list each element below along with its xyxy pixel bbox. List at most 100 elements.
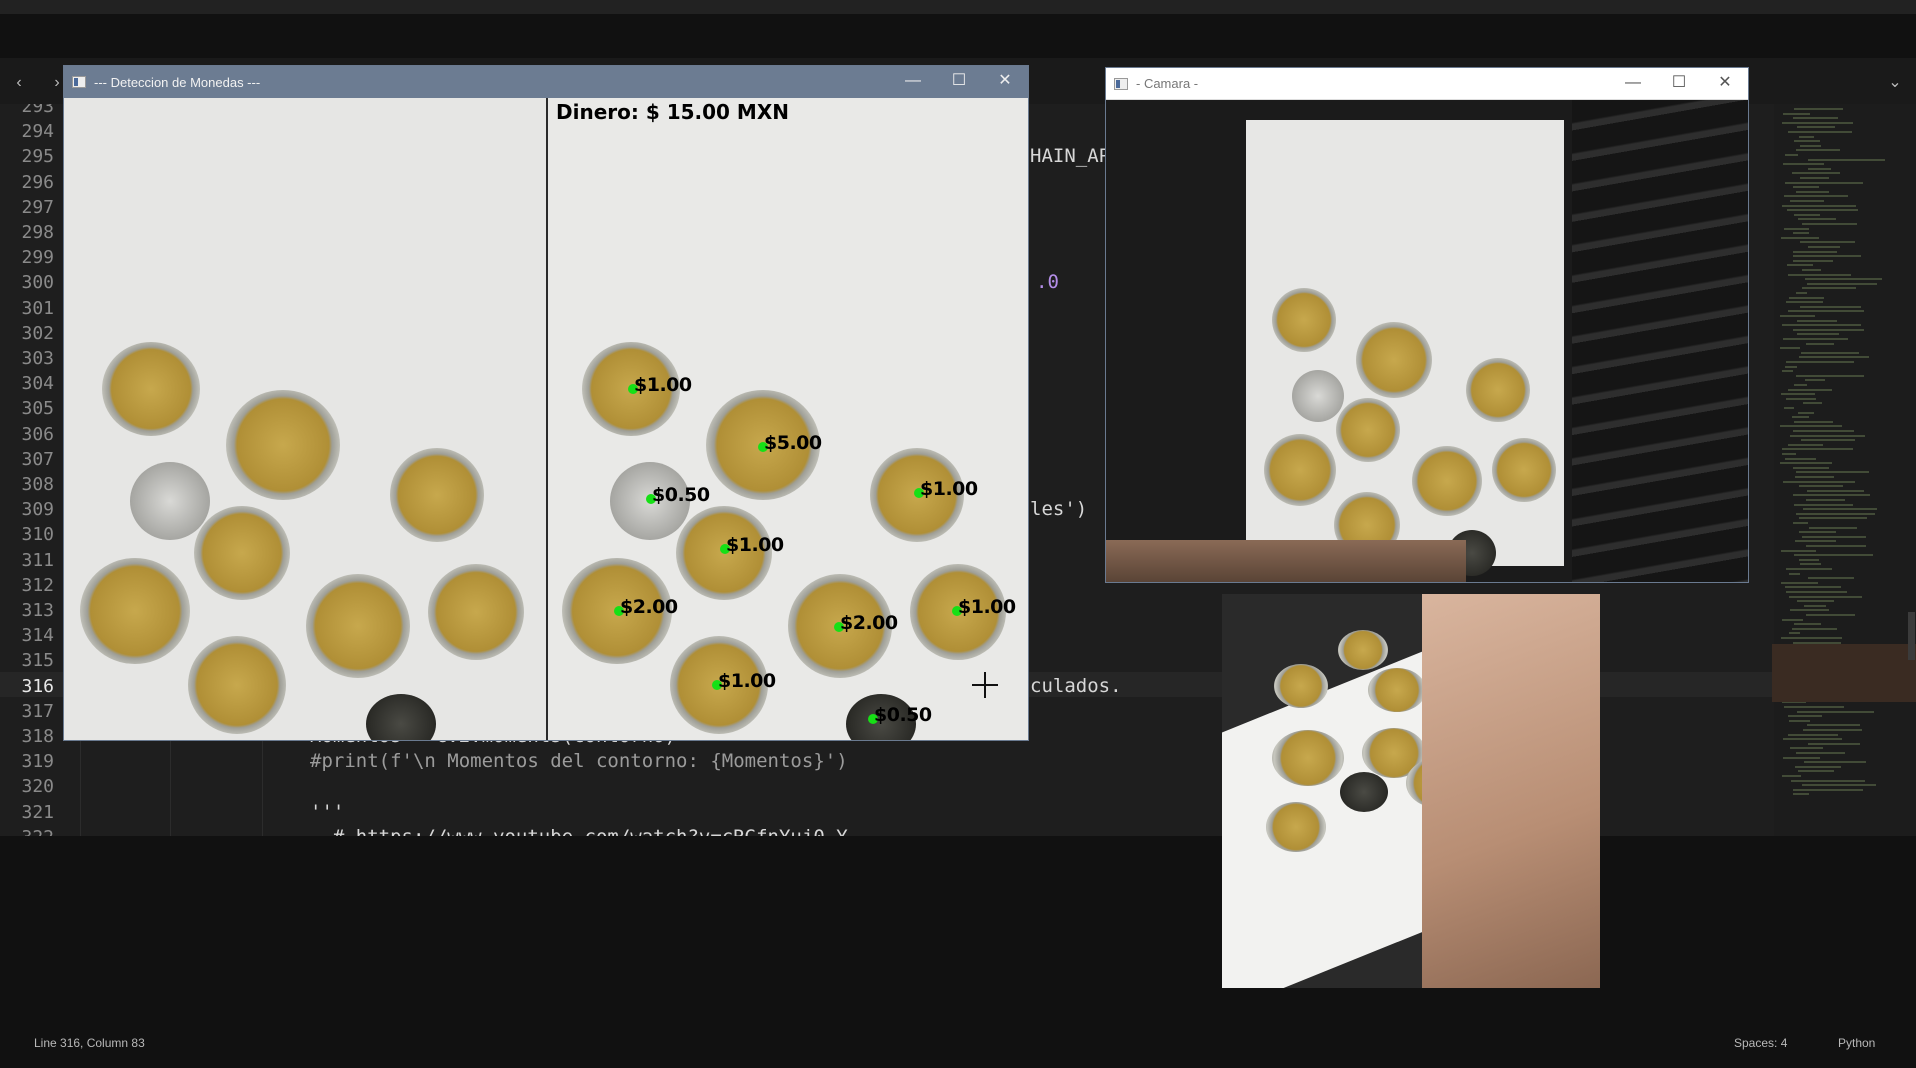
minimap-line bbox=[1796, 752, 1845, 754]
minimap-line bbox=[1795, 476, 1834, 478]
coin bbox=[188, 636, 286, 734]
language-mode[interactable]: Python bbox=[1838, 1036, 1875, 1050]
minimap[interactable] bbox=[1774, 104, 1916, 836]
minimap-line bbox=[1794, 554, 1873, 557]
minimap-line bbox=[1788, 310, 1864, 313]
minimap-line bbox=[1792, 172, 1840, 175]
minimap-line bbox=[1794, 140, 1820, 143]
minimap-line bbox=[1788, 273, 1851, 276]
coin bbox=[428, 564, 524, 660]
minimap-line bbox=[1793, 494, 1870, 497]
cursor-position[interactable]: Line 316, Column 83 bbox=[34, 1036, 145, 1050]
minimap-line bbox=[1805, 379, 1825, 382]
minimap-line bbox=[1782, 370, 1793, 373]
line-number: 322 bbox=[0, 825, 54, 836]
minimap-line bbox=[1794, 108, 1843, 110]
indentation-setting[interactable]: Spaces: 4 bbox=[1734, 1036, 1787, 1050]
minimap-line bbox=[1794, 384, 1807, 386]
line-number: 307 bbox=[21, 448, 54, 470]
code-line[interactable]: culados. bbox=[1030, 674, 1122, 699]
minimap-line bbox=[1799, 485, 1843, 488]
line-number: 297 bbox=[21, 196, 54, 218]
minimap-line bbox=[1788, 715, 1822, 718]
coin-value-label: $0.50 bbox=[652, 484, 710, 506]
minimap-line bbox=[1782, 775, 1801, 777]
hand bbox=[1106, 540, 1466, 582]
minimap-line bbox=[1787, 264, 1813, 267]
minimap-line bbox=[1780, 315, 1815, 317]
code-line[interactable]: HAIN_AP bbox=[1030, 144, 1110, 169]
minimap-line bbox=[1784, 195, 1848, 198]
minimap-line bbox=[1792, 416, 1809, 419]
minimap-line bbox=[1788, 443, 1823, 446]
code-line[interactable]: # https://www.youtube.com/watch?v=cRGfnY… bbox=[310, 825, 848, 836]
minimap-line bbox=[1803, 402, 1822, 405]
code-line[interactable]: .0 bbox=[1036, 270, 1059, 295]
minimap-line bbox=[1806, 545, 1866, 547]
detection-window-titlebar[interactable]: --- Deteccion de Monedas --- — ☐ ✕ bbox=[64, 66, 1028, 98]
minimap-line bbox=[1796, 292, 1807, 294]
coin-value-label: $1.00 bbox=[718, 670, 776, 692]
minimap-line bbox=[1808, 158, 1885, 161]
camera-window-titlebar[interactable]: - Camara - — ☐ ✕ bbox=[1106, 68, 1748, 100]
minimap-line bbox=[1793, 255, 1861, 258]
minimap-line bbox=[1807, 489, 1864, 492]
minimap-line bbox=[1797, 333, 1839, 336]
coin bbox=[80, 558, 190, 664]
minimap-line bbox=[1796, 374, 1864, 377]
close-icon[interactable]: ✕ bbox=[982, 66, 1028, 98]
coin-value-label: $1.00 bbox=[726, 534, 784, 556]
minimize-icon[interactable]: — bbox=[1610, 68, 1656, 100]
minimap-line bbox=[1797, 710, 1874, 713]
minimap-line bbox=[1790, 200, 1824, 202]
minimap-line bbox=[1799, 558, 1819, 561]
minimap-line bbox=[1803, 508, 1877, 511]
camera-window[interactable]: - Camara - — ☐ ✕ bbox=[1106, 68, 1748, 582]
minimap-line bbox=[1802, 784, 1876, 787]
minimap-line bbox=[1803, 729, 1862, 731]
detection-window[interactable]: --- Deteccion de Monedas --- — ☐ ✕ Diner… bbox=[64, 66, 1028, 740]
line-number: 301 bbox=[21, 297, 54, 319]
minimize-icon[interactable]: — bbox=[890, 66, 936, 98]
minimap-line bbox=[1785, 365, 1797, 368]
minimap-line bbox=[1786, 568, 1832, 570]
minimap-line bbox=[1782, 448, 1853, 451]
minimap-line bbox=[1781, 549, 1816, 552]
minimap-line bbox=[1793, 788, 1863, 791]
code-line[interactable]: #print(f'\n Momentos del contorno: {Mome… bbox=[310, 749, 848, 774]
coin bbox=[1368, 668, 1426, 712]
maximize-icon[interactable]: ☐ bbox=[1656, 68, 1702, 100]
minimap-line bbox=[1793, 793, 1809, 796]
coin bbox=[226, 390, 340, 500]
minimap-line bbox=[1794, 420, 1833, 423]
code-line[interactable]: ''' bbox=[310, 800, 344, 825]
minimap-line bbox=[1780, 347, 1800, 350]
minimap-line bbox=[1794, 623, 1821, 626]
minimap-line bbox=[1781, 581, 1818, 584]
scrollbar-thumb[interactable] bbox=[1908, 612, 1915, 660]
minimap-line bbox=[1780, 462, 1832, 465]
minimap-line bbox=[1806, 614, 1855, 616]
coin-value-label: $2.00 bbox=[620, 596, 678, 618]
background-panel bbox=[1572, 100, 1748, 582]
line-number: 303 bbox=[21, 348, 54, 369]
minimap-line bbox=[1784, 227, 1809, 230]
detection-image: Dinero: $ 15.00 MXN $1.00 $5.00 $0.50 $1… bbox=[64, 98, 1028, 740]
close-icon[interactable]: ✕ bbox=[1702, 68, 1748, 100]
line-number: 309 bbox=[21, 499, 54, 521]
minimap-line bbox=[1796, 149, 1840, 152]
minimap-line bbox=[1796, 512, 1875, 515]
chevron-left-icon[interactable]: ‹ bbox=[6, 72, 32, 94]
minimap-line bbox=[1802, 287, 1856, 290]
crosshair-cursor bbox=[972, 684, 998, 686]
minimap-line bbox=[1786, 397, 1816, 400]
minimap-line bbox=[1785, 586, 1841, 589]
minimap-viewport[interactable] bbox=[1772, 644, 1916, 702]
maximize-icon[interactable]: ☐ bbox=[936, 66, 982, 98]
minimap-line bbox=[1797, 319, 1837, 322]
camera-feed bbox=[1106, 100, 1748, 582]
coin bbox=[130, 462, 210, 540]
chevron-down-icon[interactable]: ⌄ bbox=[1882, 72, 1908, 94]
code-line[interactable]: les') bbox=[1030, 497, 1087, 522]
line-number-gutter: 293 294 295 296 297 298 299 300 301 302 303 304 305 3… bbox=[0, 104, 60, 836]
